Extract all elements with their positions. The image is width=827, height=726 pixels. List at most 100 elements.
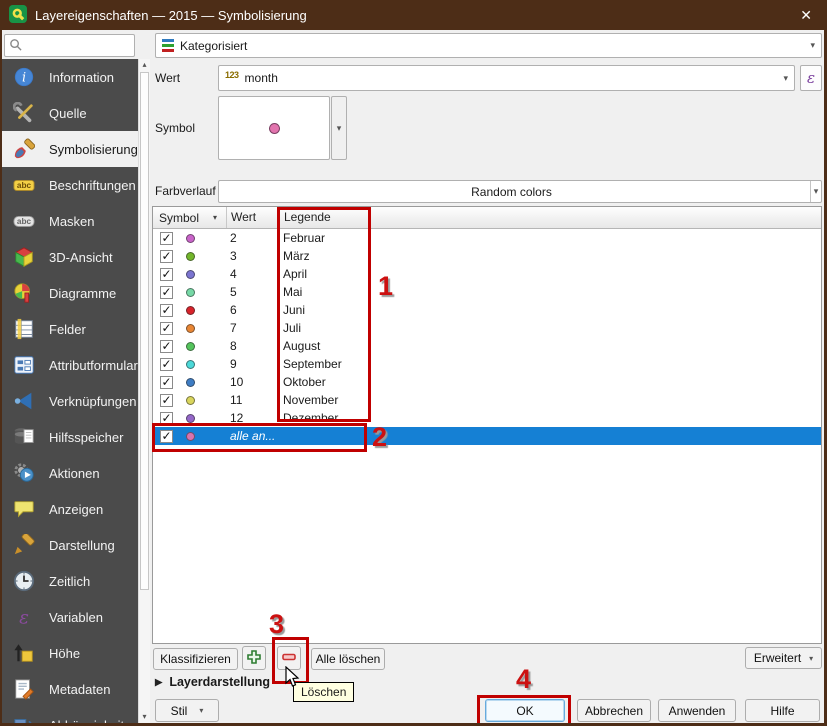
hilfe-button[interactable]: Hilfe bbox=[745, 699, 820, 722]
color-ramp-select[interactable]: Random colors ▾ bbox=[218, 180, 822, 203]
ok-button[interactable]: OK bbox=[485, 699, 565, 722]
category-symbol-dot bbox=[186, 305, 195, 315]
layerdarstellung-expander[interactable]: ▶ Layerdarstellung bbox=[155, 675, 270, 689]
sidebar-item-zeitlich[interactable]: Zeitlich bbox=[2, 563, 138, 599]
wert-select[interactable]: 123 month ▾ bbox=[218, 65, 795, 91]
hilfsspeicher-icon bbox=[12, 425, 36, 449]
anzeigen-icon bbox=[12, 497, 36, 521]
symbol-dropdown-button[interactable]: ▾ bbox=[331, 96, 347, 160]
sidebar-item-beschriftungen[interactable]: abc Beschriftungen bbox=[2, 167, 138, 203]
sidebar-item-metadaten[interactable]: Metadaten bbox=[2, 671, 138, 707]
sidebar-scrollbar[interactable]: ▴ ▾ bbox=[138, 59, 150, 723]
add-category-button[interactable] bbox=[242, 646, 266, 670]
header-symbol[interactable]: Symbol bbox=[159, 211, 199, 225]
sidebar-item-information[interactable]: i Information bbox=[2, 59, 138, 95]
category-row[interactable]: ✓ alle an... bbox=[153, 427, 821, 445]
sidebar-search[interactable] bbox=[4, 34, 135, 57]
sidebar-item-verknuepfungen[interactable]: Verknüpfungen bbox=[2, 383, 138, 419]
symbol-preview[interactable] bbox=[218, 96, 330, 160]
close-button[interactable]: ✕ bbox=[800, 7, 812, 24]
sort-icon[interactable]: ▾ bbox=[213, 213, 217, 222]
category-row[interactable]: ✓ 9 September bbox=[153, 355, 821, 373]
mouse-cursor bbox=[285, 666, 300, 687]
category-checkbox[interactable]: ✓ bbox=[160, 249, 173, 263]
category-checkbox[interactable]: ✓ bbox=[160, 267, 173, 281]
search-icon bbox=[9, 38, 22, 54]
category-checkbox[interactable]: ✓ bbox=[160, 429, 173, 443]
category-checkbox[interactable]: ✓ bbox=[160, 411, 173, 425]
chevron-down-icon: ▾ bbox=[809, 653, 814, 663]
sidebar-item-3d-ansicht[interactable]: 3D-Ansicht bbox=[2, 239, 138, 275]
category-row[interactable]: ✓ 4 April bbox=[153, 265, 821, 283]
scroll-up-icon[interactable]: ▴ bbox=[139, 59, 150, 71]
qgis-logo-icon bbox=[9, 4, 27, 26]
expression-builder-button[interactable]: ε bbox=[800, 65, 822, 91]
alle-loeschen-button[interactable]: Alle löschen bbox=[311, 648, 385, 670]
annotation-number-1: 1 bbox=[378, 271, 394, 301]
sidebar-item-label: Symbolisierung bbox=[49, 141, 138, 157]
category-row[interactable]: ✓ 10 Oktober bbox=[153, 373, 821, 391]
sidebar-item-variablen[interactable]: ε Variablen bbox=[2, 599, 138, 635]
sidebar-item-label: Attributformular bbox=[49, 357, 138, 373]
svg-text:abc: abc bbox=[17, 217, 32, 226]
category-row[interactable]: ✓ 11 November bbox=[153, 391, 821, 409]
category-symbol-dot bbox=[186, 395, 195, 405]
search-input[interactable] bbox=[26, 38, 126, 53]
sidebar-item-symbolisierung[interactable]: Symbolisierung bbox=[2, 131, 138, 167]
field-type-123-icon: 123 bbox=[225, 70, 239, 80]
category-checkbox[interactable]: ✓ bbox=[160, 393, 173, 407]
titlebar[interactable]: Layereigenschaften — 2015 — Symbolisieru… bbox=[0, 0, 827, 30]
abbrechen-button[interactable]: Abbrechen bbox=[577, 699, 651, 722]
category-legende: August bbox=[283, 339, 321, 353]
category-symbol-dot bbox=[186, 377, 195, 387]
scroll-down-icon[interactable]: ▾ bbox=[139, 711, 150, 723]
category-checkbox[interactable]: ✓ bbox=[160, 321, 173, 335]
sidebar-item-darstellung[interactable]: Darstellung bbox=[2, 527, 138, 563]
sidebar-item-felder[interactable]: Felder bbox=[2, 311, 138, 347]
sidebar-item-hilfsspeicher[interactable]: Hilfsspeicher bbox=[2, 419, 138, 455]
renderer-select[interactable]: Kategorisiert ▾ bbox=[155, 33, 822, 58]
sidebar-item-diagramme[interactable]: Diagramme bbox=[2, 275, 138, 311]
chevron-down-icon: ▾ bbox=[783, 72, 788, 83]
category-legende: Juli bbox=[283, 321, 302, 335]
klassifizieren-button[interactable]: Klassifizieren bbox=[153, 648, 238, 670]
category-legende: Juni bbox=[283, 303, 306, 317]
sidebar-item-quelle[interactable]: Quelle bbox=[2, 95, 138, 131]
category-wert: 10 bbox=[230, 375, 244, 389]
category-checkbox[interactable]: ✓ bbox=[160, 303, 173, 317]
category-table-header[interactable]: Symbol ▾ Wert Legende bbox=[153, 207, 821, 229]
anwenden-button[interactable]: Anwenden bbox=[658, 699, 736, 722]
category-row[interactable]: ✓ 6 Juni bbox=[153, 301, 821, 319]
sidebar-item-masken[interactable]: abc Masken bbox=[2, 203, 138, 239]
category-row[interactable]: ✓ 2 Februar bbox=[153, 229, 821, 247]
category-row[interactable]: ✓ 8 August bbox=[153, 337, 821, 355]
category-wert: 6 bbox=[230, 303, 237, 317]
color-ramp-value: Random colors bbox=[471, 184, 552, 199]
sidebar-item-anzeigen[interactable]: Anzeigen bbox=[2, 491, 138, 527]
chevron-down-icon[interactable]: ▾ bbox=[810, 181, 821, 202]
sidebar-item-hoehe[interactable]: Höhe bbox=[2, 635, 138, 671]
sidebar-item-aktionen[interactable]: Aktionen bbox=[2, 455, 138, 491]
category-row[interactable]: ✓ 5 Mai bbox=[153, 283, 821, 301]
category-checkbox[interactable]: ✓ bbox=[160, 231, 173, 245]
scrollbar-thumb[interactable] bbox=[140, 72, 149, 590]
category-checkbox[interactable]: ✓ bbox=[160, 339, 173, 353]
stil-button[interactable]: Stil ▾ bbox=[155, 699, 219, 722]
header-legende[interactable]: Legende bbox=[278, 207, 821, 228]
category-row[interactable]: ✓ 12 Dezember bbox=[153, 409, 821, 427]
category-checkbox[interactable]: ✓ bbox=[160, 375, 173, 389]
header-wert[interactable]: Wert bbox=[226, 207, 278, 228]
category-row[interactable]: ✓ 7 Juli bbox=[153, 319, 821, 337]
category-checkbox[interactable]: ✓ bbox=[160, 285, 173, 299]
category-row[interactable]: ✓ 3 März bbox=[153, 247, 821, 265]
erweitert-button[interactable]: Erweitert ▾ bbox=[745, 647, 822, 669]
sidebar-item-attributformular[interactable]: Attributformular bbox=[2, 347, 138, 383]
chevron-down-icon: ▾ bbox=[336, 122, 342, 133]
3d-ansicht-icon bbox=[12, 245, 36, 269]
symbol-label: Symbol bbox=[155, 121, 196, 135]
symbology-panel: Kategorisiert ▾ Wert 123 month ▾ ε Symbo… bbox=[150, 30, 824, 723]
sidebar-item-label: Variablen bbox=[49, 609, 103, 625]
sidebar-item-abhaengigkeiten[interactable]: Abhängigkeiten bbox=[2, 707, 138, 723]
window-border-left bbox=[0, 30, 2, 726]
category-checkbox[interactable]: ✓ bbox=[160, 357, 173, 371]
